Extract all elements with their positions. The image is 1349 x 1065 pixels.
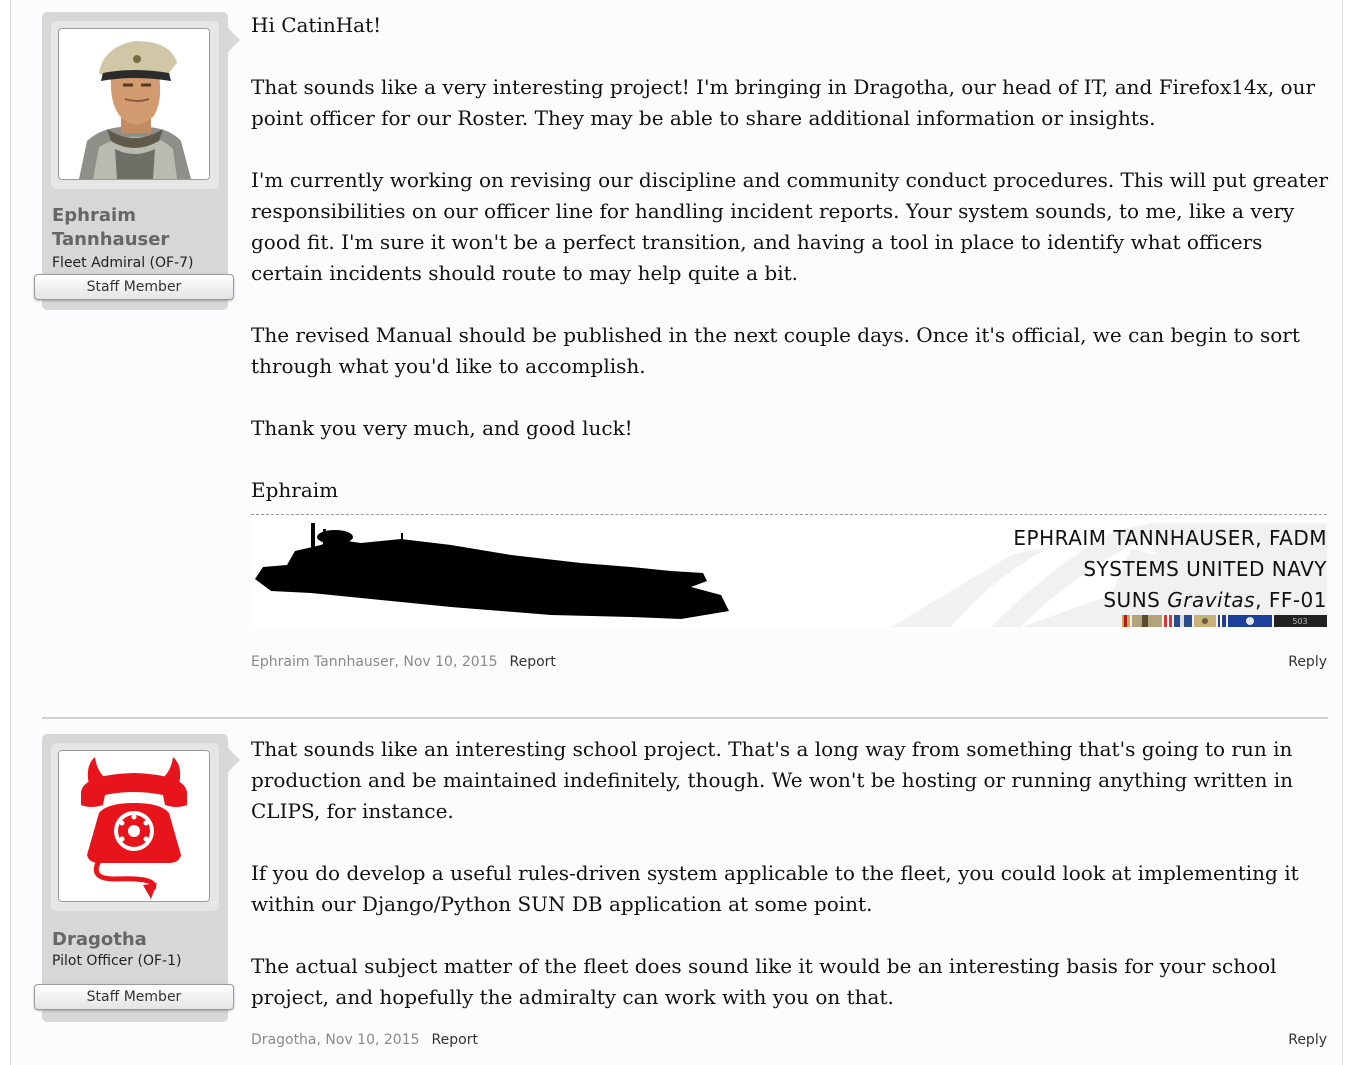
thread-frame: Ephraim Tannhauser Fleet Admiral (OF-7) … bbox=[10, 0, 1343, 1065]
officer-portrait-icon bbox=[59, 29, 209, 179]
message-paragraph: I'm currently working on revising our di… bbox=[251, 168, 1329, 285]
ribbon-number: 503 bbox=[1292, 617, 1307, 626]
avatar-frame bbox=[51, 743, 219, 911]
signature-line3: SUNS Gravitas, FF-01 bbox=[1013, 585, 1327, 616]
message-paragraph: If you do develop a useful rules-driven … bbox=[251, 861, 1299, 916]
ribbon-bar-icon: 503 bbox=[1122, 615, 1327, 627]
signature-line2: SYSTEMS UNITED NAVY bbox=[1083, 557, 1327, 581]
signature-suffix: , FF-01 bbox=[1255, 588, 1327, 612]
message-paragraph: The revised Manual should be published i… bbox=[251, 323, 1300, 378]
author-date-link[interactable]: Dragotha, Nov 10, 2015 bbox=[251, 1032, 420, 1048]
report-link[interactable]: Report bbox=[509, 654, 555, 670]
signature-text: EPHRAIM TANNHAUSER, FADM SYSTEMS UNITED … bbox=[1013, 523, 1327, 616]
username-line1[interactable]: Ephraim bbox=[52, 204, 222, 228]
user-panel: Ephraim Tannhauser Fleet Admiral (OF-7) … bbox=[34, 12, 234, 310]
signature-prefix: SUNS bbox=[1103, 588, 1168, 612]
message-paragraph: The actual subject matter of the fleet d… bbox=[251, 954, 1277, 1009]
devil-telephone-icon bbox=[59, 751, 209, 901]
author-date-link[interactable]: Ephraim Tannhauser, Nov 10, 2015 bbox=[251, 654, 497, 670]
username-line2[interactable]: Tannhauser bbox=[52, 228, 222, 252]
ship-name: Gravitas bbox=[1167, 588, 1256, 612]
avatar-frame bbox=[51, 21, 219, 189]
message-paragraph: Ephraim bbox=[251, 478, 339, 502]
report-link[interactable]: Report bbox=[432, 1032, 478, 1048]
message-paragraph: That sounds like a very interesting proj… bbox=[251, 75, 1316, 130]
staff-member-badge: Staff Member bbox=[34, 984, 234, 1010]
message-paragraph: Hi CatinHat! bbox=[251, 13, 382, 37]
user-title: Fleet Admiral (OF-7) bbox=[52, 255, 194, 271]
username[interactable]: Dragotha bbox=[52, 928, 222, 952]
message-paragraph: That sounds like an interesting school p… bbox=[251, 737, 1294, 823]
user-panel: Dragotha Pilot Officer (OF-1) Staff Memb… bbox=[34, 734, 234, 1022]
signature-banner: EPHRAIM TANNHAUSER, FADM SYSTEMS UNITED … bbox=[251, 514, 1327, 627]
avatar[interactable] bbox=[58, 28, 210, 180]
speech-arrow bbox=[228, 28, 240, 52]
speech-arrow bbox=[228, 748, 240, 772]
reply-link[interactable]: Reply bbox=[1288, 1030, 1327, 1050]
message-paragraph: Thank you very much, and good luck! bbox=[251, 416, 633, 440]
post-meta: Ephraim Tannhauser, Nov 10, 2015 Report R… bbox=[251, 652, 1327, 672]
avatar[interactable] bbox=[58, 750, 210, 902]
signature-line1: EPHRAIM TANNHAUSER, FADM bbox=[1013, 526, 1327, 550]
post-meta: Dragotha, Nov 10, 2015 Report Reply bbox=[251, 1030, 1327, 1050]
message-body: Hi CatinHat! That sounds like a very int… bbox=[251, 10, 1331, 506]
post-divider bbox=[42, 717, 1328, 719]
user-title: Pilot Officer (OF-1) bbox=[52, 953, 182, 969]
message-body: That sounds like an interesting school p… bbox=[251, 734, 1331, 1013]
reply-link[interactable]: Reply bbox=[1288, 652, 1327, 672]
staff-member-badge: Staff Member bbox=[34, 274, 234, 300]
